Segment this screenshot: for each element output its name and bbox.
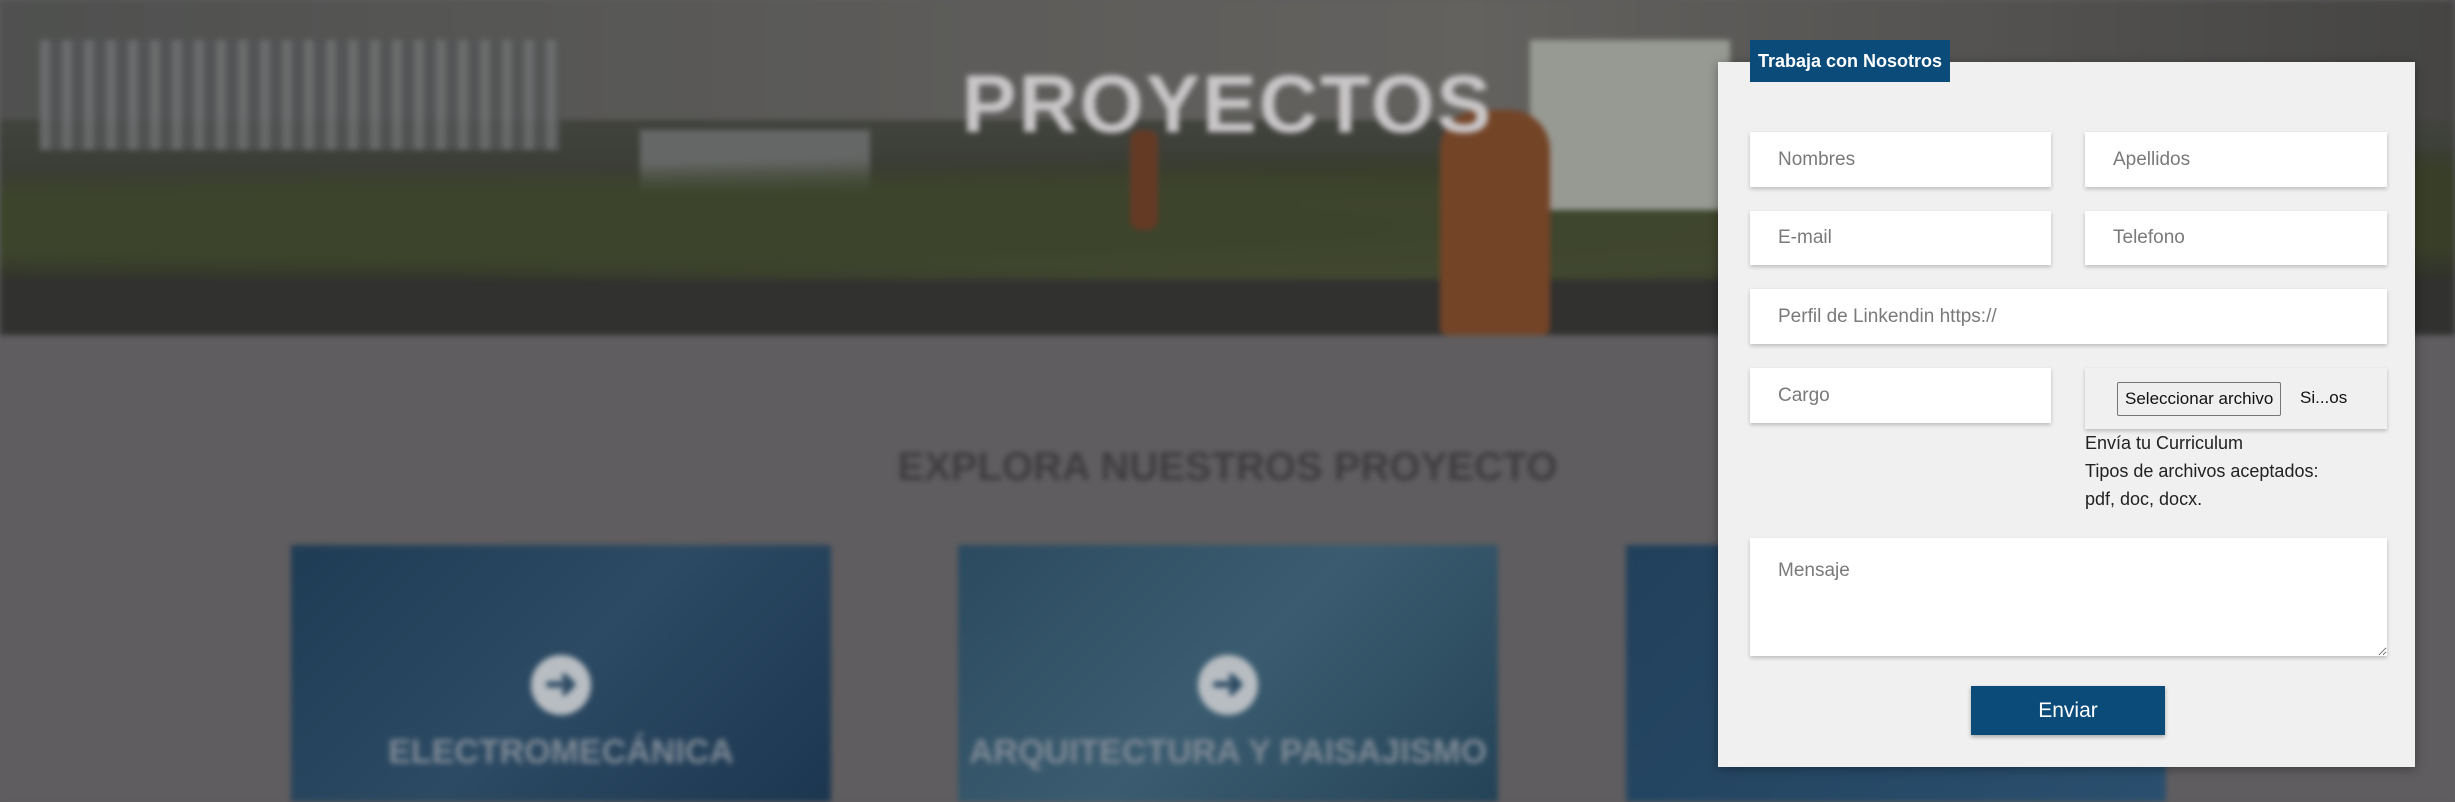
select-file-button[interactable]: Seleccionar archivo <box>2117 382 2282 416</box>
project-card-label: ARQUITECTURA Y PAISAJISMO <box>968 733 1488 771</box>
project-card-electromecanica[interactable]: ➜ ELECTROMECÁNICA <box>291 545 831 802</box>
arrow-right-circle-icon: ➜ <box>1198 655 1258 715</box>
cv-file-input: Seleccionar archivo Si...os <box>2085 368 2387 429</box>
apellidos-input[interactable] <box>2085 132 2387 187</box>
project-card-label: ELECTROMECÁNICA <box>388 733 734 771</box>
enviar-button[interactable]: Enviar <box>1971 686 2165 735</box>
mensaje-textarea[interactable] <box>1750 538 2387 656</box>
nombres-input[interactable] <box>1750 132 2051 187</box>
arrow-right-circle-icon: ➜ <box>531 655 591 715</box>
telefono-input[interactable] <box>2085 211 2387 265</box>
cv-hint-types: pdf, doc, docx. <box>2085 489 2203 509</box>
project-card-arquitectura[interactable]: ➜ ARQUITECTURA Y PAISAJISMO <box>958 545 1498 802</box>
selected-file-name: Si...os <box>2300 388 2348 407</box>
email-input[interactable] <box>1750 211 2051 265</box>
linkedin-input[interactable] <box>1750 289 2387 344</box>
cv-hint-title: Envía tu Curriculum <box>2085 433 2244 453</box>
modal-title-tab: Trabaja con Nosotros <box>1750 40 1951 82</box>
cargo-input[interactable] <box>1750 368 2051 423</box>
cv-hint-types-label: Tipos de archivos aceptados: <box>2085 461 2319 481</box>
